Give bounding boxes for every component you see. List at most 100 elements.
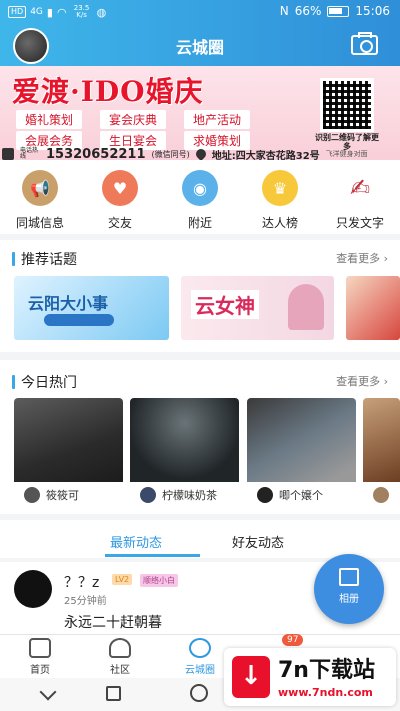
- nav-label: 社区: [110, 665, 130, 676]
- phone-note: (微信同号): [151, 149, 190, 159]
- hot-post-user: 柠檬味奶茶: [162, 489, 217, 502]
- section-header: 今日热门: [12, 372, 77, 392]
- community-icon: [109, 638, 131, 658]
- category-label: 交友: [107, 216, 132, 230]
- watermark-brand: 7n下载站: [278, 658, 375, 683]
- avatar: [257, 487, 273, 503]
- nav-label: 首页: [30, 665, 50, 676]
- hd-badge: HD: [8, 6, 27, 18]
- banner-services: 婚礼策划 宴会庆典 地产活动 会展会务 生日宴会 求婚策划: [16, 110, 250, 150]
- hot-post-user: 筱筱可: [46, 489, 79, 502]
- hot-post-image: [14, 398, 123, 482]
- topic-title: 云女神: [191, 290, 259, 319]
- message-count-badge: 97: [282, 634, 304, 646]
- see-more-link[interactable]: 查看更多 ›: [336, 250, 388, 266]
- phone-number: 15320652211: [46, 146, 146, 161]
- hot-post-card[interactable]: 柠檬味奶茶: [130, 398, 239, 508]
- category-nearby[interactable]: ◉ 附近: [160, 160, 240, 234]
- category-label: 达人榜: [261, 216, 298, 230]
- tab-friends[interactable]: 好友动态: [232, 532, 284, 551]
- battery-icon: [327, 5, 350, 17]
- see-more-link[interactable]: 查看更多 ›: [336, 373, 388, 389]
- heartbeat-icon: ♥: [102, 170, 138, 206]
- service-item: 婚礼策划: [16, 110, 82, 129]
- nav-label: 云城圈: [185, 665, 215, 676]
- megaphone-icon: 📢: [22, 170, 58, 206]
- banner-address: 地址:四大家杏花路32号: [211, 150, 320, 161]
- circle-icon: [189, 638, 211, 658]
- section-title: 今日热门: [21, 375, 77, 391]
- app-header: HD 4G ▮ ◠ 23.5 K/s ◍ N 66% 15:06 云城圈: [0, 0, 400, 66]
- category-row: 📢 同城信息 ♥ 交友 ◉ 附近 ♛ 达人榜 ✍ 只发文字: [0, 160, 400, 234]
- banner-headline: 爱渡·IDO婚庆: [12, 75, 204, 108]
- section-title: 推荐话题: [21, 252, 77, 268]
- topic-title: 云阳大小事: [28, 294, 109, 313]
- network-type: 4G: [30, 7, 43, 17]
- category-label: 同城信息: [15, 216, 64, 230]
- category-label: 附近: [187, 216, 212, 230]
- clock: 15:06: [355, 4, 390, 18]
- level-badge: LV2: [112, 574, 133, 585]
- qr-code: [320, 78, 374, 132]
- topic-subtag: [44, 314, 114, 326]
- category-local-info[interactable]: 📢 同城信息: [0, 160, 80, 234]
- status-bar: HD 4G ▮ ◠ 23.5 K/s ◍ N 66% 15:06: [0, 0, 400, 24]
- nfc-icon: N: [279, 4, 289, 18]
- chat-notification-icon: ◍: [96, 5, 107, 19]
- topic-illustration: [288, 284, 324, 330]
- active-tab-indicator: [105, 554, 200, 557]
- category-leaderboard[interactable]: ♛ 达人榜: [240, 160, 320, 234]
- address-note: 飞洋健身对面: [325, 150, 368, 158]
- net-speed: 23.5 K/s: [73, 4, 90, 19]
- battery-percent: 66%: [294, 4, 322, 18]
- topic-card[interactable]: 云阳大小事: [14, 276, 169, 340]
- ad-banner[interactable]: 爱渡·IDO婚庆 婚礼策划 宴会庆典 地产活动 会展会务 生日宴会 求婚策划 识…: [0, 66, 400, 160]
- tab-latest[interactable]: 最新动态: [110, 532, 162, 551]
- location-pin-icon: [193, 146, 208, 160]
- service-item: 地产活动: [184, 110, 250, 129]
- site-watermark: ↓ 7n下载站 www.7ndn.com: [224, 648, 396, 706]
- category-text-only[interactable]: ✍ 只发文字: [320, 160, 400, 234]
- album-label: 相册: [339, 594, 359, 605]
- hot-post-card[interactable]: [363, 398, 400, 508]
- hot-post-user: 唧个嬢个: [279, 489, 323, 502]
- section-header: 推荐话题: [12, 249, 77, 269]
- nav-circle[interactable]: 云城圈: [170, 638, 230, 676]
- topic-card[interactable]: 云女神: [181, 276, 334, 340]
- watermark-url: www.7ndn.com: [278, 686, 373, 699]
- avatar: [24, 487, 40, 503]
- home-icon[interactable]: [190, 684, 208, 702]
- service-item: 宴会庆典: [100, 110, 166, 129]
- crown-icon: ♛: [262, 170, 298, 206]
- signal-icon: ▮: [46, 5, 53, 19]
- hot-post-image: [363, 398, 400, 482]
- home-icon: [29, 638, 51, 658]
- hot-post-image: [130, 398, 239, 482]
- hot-post-card[interactable]: 唧个嬢个: [247, 398, 356, 508]
- hot-post-card[interactable]: 筱筱可: [14, 398, 123, 508]
- phone-label: 电话热线: [20, 147, 39, 160]
- nav-community[interactable]: 社区: [90, 638, 150, 676]
- avatar: [140, 487, 156, 503]
- avatar[interactable]: [14, 570, 52, 608]
- pen-hand-icon: ✍: [342, 170, 378, 206]
- avatar: [373, 487, 389, 503]
- topic-card[interactable]: [346, 276, 400, 340]
- download-arrow-icon: ↓: [232, 656, 270, 698]
- back-icon[interactable]: [39, 683, 57, 701]
- camera-icon[interactable]: [351, 32, 378, 55]
- banner-contact: 电话热线 15320652211 (微信同号) 地址:四大家杏花路32号 飞洋健…: [0, 146, 400, 161]
- recent-apps-icon[interactable]: [106, 686, 121, 701]
- page-title: 云城圈: [175, 38, 224, 57]
- post-time: 25分钟前: [64, 596, 107, 607]
- title-badge: 顺络小白: [140, 574, 178, 587]
- nav-home[interactable]: 首页: [10, 638, 70, 676]
- image-icon: [339, 568, 359, 586]
- phone-icon: [2, 148, 14, 160]
- post-author[interactable]: ？？z: [64, 572, 99, 592]
- album-button[interactable]: 相册: [314, 554, 384, 624]
- category-dating[interactable]: ♥ 交友: [80, 160, 160, 234]
- feed-tabs: 最新动态 好友动态: [0, 520, 400, 558]
- post-content: 永远二十赶朝暮: [64, 615, 162, 631]
- location-target-icon: ◉: [182, 170, 218, 206]
